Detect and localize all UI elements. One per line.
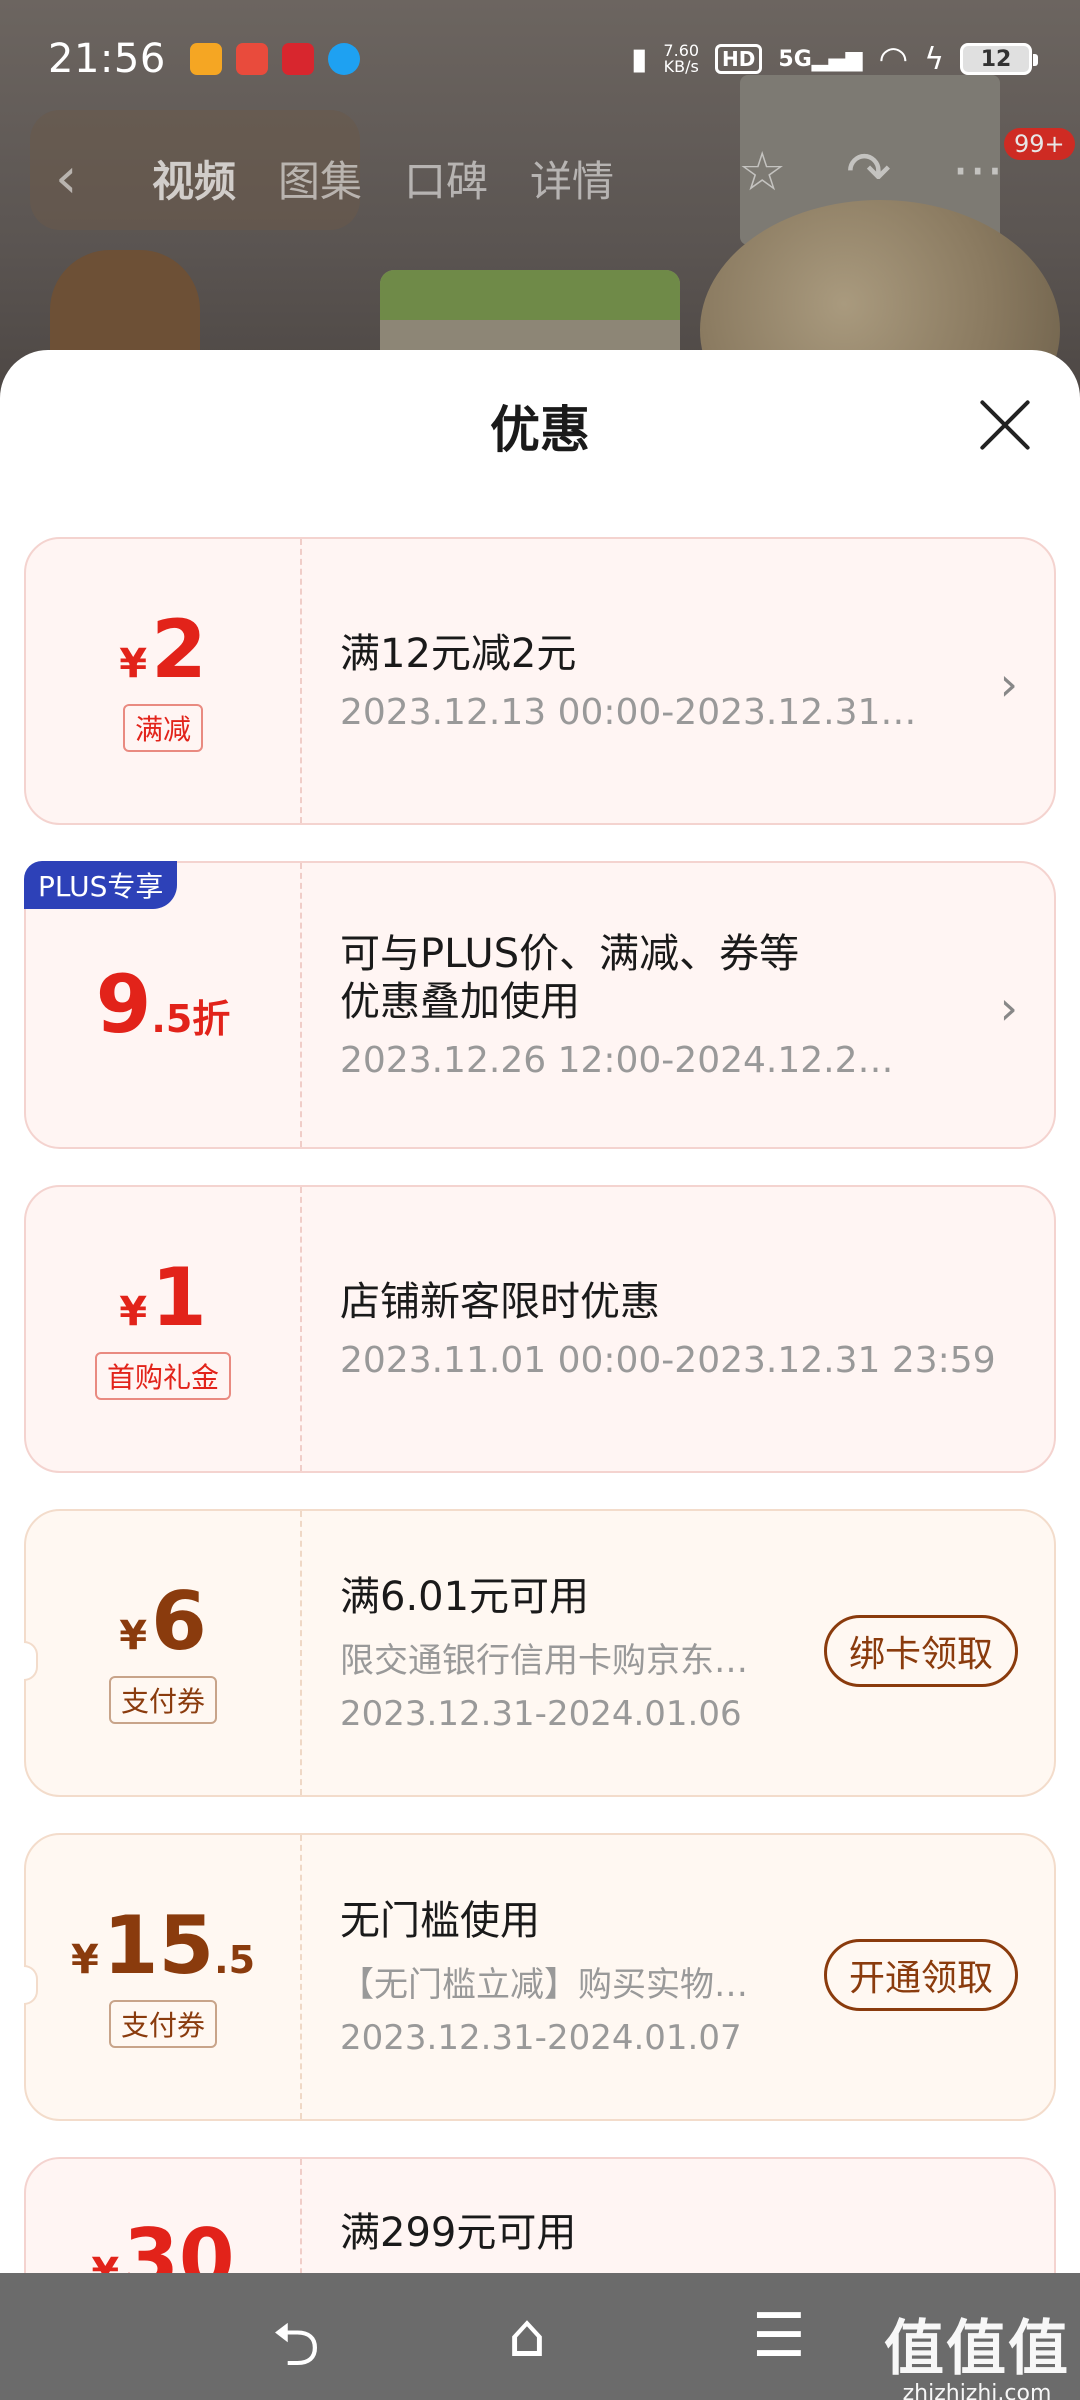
currency-symbol: ¥ <box>119 1289 148 1335</box>
coupon-title: 满12元减2元 <box>340 630 577 677</box>
coupon-value: ¥ 1 首购礼金 <box>26 1187 302 1471</box>
coupon-card: ¥ 30 满299元可用 <box>24 2157 1056 2275</box>
close-icon[interactable] <box>975 395 1035 455</box>
coupon-amount-suffix: .5 <box>214 1938 256 1982</box>
share-icon[interactable]: ↷ <box>846 140 891 203</box>
coupon-type-tag: 支付券 <box>108 2000 217 2048</box>
watermark-text: 值值值 <box>884 2314 1070 2384</box>
coupon-title-line2: 优惠叠加使用 <box>340 978 580 1025</box>
coupon-validity: 2023.12.31-2024.01.07 <box>340 2017 742 2058</box>
coupon-type-tag: 满减 <box>122 704 203 752</box>
notification-icons <box>189 43 360 75</box>
back-nav-icon[interactable]: ⮌ <box>272 2301 320 2400</box>
discount-sheet: 优惠 ¥ 2 满减 满12元减2元 2023.12.13 00:00-2023.… <box>0 350 1080 2275</box>
qq-icon <box>327 43 360 75</box>
wifi-icon: ◠ <box>878 39 909 79</box>
tab-reviews[interactable]: 口碑 <box>404 148 488 209</box>
coupon-amount: 1 <box>151 1251 207 1344</box>
coupon-amount: 30 <box>123 2212 235 2276</box>
coupon-value: ¥ 15 .5 支付券 <box>24 1835 302 2119</box>
message-count-badge: 99+ <box>1004 128 1075 160</box>
coupon-card[interactable]: PLUS专享 9 .5折 可与PLUS价、满减、券等 优惠叠加使用 2023.1… <box>24 861 1056 1149</box>
more-icon[interactable]: ··· <box>952 140 1004 203</box>
coupon-card: ¥ 6 支付券 满6.01元可用 限交通银行信用卡购京东… 2023.12.31… <box>24 1509 1056 1797</box>
coupon-validity: 2023.12.13 00:00-2023.12.31… <box>340 691 917 733</box>
bind-card-claim-button[interactable]: 绑卡领取 <box>823 1615 1018 1687</box>
favorite-star-icon[interactable]: ☆ <box>738 140 786 203</box>
currency-symbol: ¥ <box>91 2250 120 2275</box>
coupon-title: 无门槛使用 <box>340 1897 540 1944</box>
coupon-type-tag: 支付券 <box>108 1676 217 1724</box>
app-notification-icon <box>281 43 314 75</box>
coupon-validity: 2023.12.26 12:00-2024.12.2… <box>340 1039 894 1081</box>
coupon-value: ¥ 2 满减 <box>26 539 302 823</box>
plus-exclusive-ribbon: PLUS专享 <box>24 861 178 909</box>
coupon-amount-suffix: .5折 <box>151 997 231 1041</box>
product-nav-bar: ‹ 视频 图集 口碑 详情 ☆ ↷ ··· <box>0 130 1080 220</box>
coupon-amount: 6 <box>151 1575 207 1668</box>
net-speed: 7.60 KB/s <box>663 43 699 75</box>
back-arrow-icon[interactable]: ‹ <box>55 146 77 211</box>
vibrate-icon: ▮ <box>630 41 648 77</box>
coupon-value: PLUS专享 9 .5折 <box>24 861 302 1147</box>
coupon-card[interactable]: ¥ 1 首购礼金 店铺新客限时优惠 2023.11.01 00:00-2023.… <box>24 1185 1056 1473</box>
home-nav-icon[interactable]: ⌂ <box>508 2301 546 2371</box>
coupon-validity: 2023.12.31-2024.01.06 <box>340 1693 742 1734</box>
coupon-type-tag: 首购礼金 <box>94 1352 231 1400</box>
tab-gallery[interactable]: 图集 <box>278 148 362 209</box>
coupon-amount: 2 <box>151 603 207 696</box>
currency-symbol: ¥ <box>119 641 148 687</box>
charging-icon: ϟ <box>924 41 944 77</box>
coupon-amount: 15 <box>102 1899 215 1992</box>
currency-symbol: ¥ <box>70 1937 99 1983</box>
signal-icon: 5G▂▄▆ <box>778 46 863 72</box>
product-tabs: 视频 图集 口碑 详情 <box>152 148 614 209</box>
app-notification-icon <box>189 43 222 75</box>
coupon-validity: 2023.11.01 00:00-2023.12.31 23:59 <box>340 1339 996 1381</box>
watermark: 值值值 zhizhizhi.com <box>884 2300 1070 2400</box>
coupon-value: ¥ 6 支付券 <box>24 1511 302 1795</box>
coupon-card[interactable]: ¥ 2 满减 满12元减2元 2023.12.13 00:00-2023.12.… <box>24 537 1056 825</box>
status-time: 21:56 <box>48 36 166 82</box>
net-speed-unit: KB/s <box>663 57 699 76</box>
tab-details[interactable]: 详情 <box>530 148 614 209</box>
network-label: 5G <box>778 46 812 72</box>
sheet-title: 优惠 <box>490 401 590 459</box>
chevron-right-icon[interactable]: › <box>1000 657 1018 711</box>
coupon-title: 可与PLUS价、满减、券等 <box>340 930 800 977</box>
status-bar: 21:56 ▮ 7.60 KB/s HD 5G▂▄▆ ◠ ϟ 12 <box>0 0 1080 118</box>
chevron-right-icon[interactable]: › <box>1000 981 1018 1035</box>
activate-claim-button[interactable]: 开通领取 <box>823 1939 1018 2011</box>
hd-badge: HD <box>715 44 763 74</box>
currency-symbol: ¥ <box>119 1613 148 1659</box>
coupon-title: 店铺新客限时优惠 <box>340 1278 660 1325</box>
coupon-value: ¥ 30 <box>26 2159 302 2275</box>
coupon-title: 满299元可用 <box>340 2210 577 2256</box>
battery-indicator: 12 <box>960 43 1038 75</box>
coupon-amount: 9 <box>95 958 152 1051</box>
coupon-card: ¥ 15 .5 支付券 无门槛使用 【无门槛立减】购买实物… 2023.12.3… <box>24 1833 1056 2121</box>
app-notification-icon <box>235 43 268 75</box>
menu-nav-icon[interactable]: ☰ <box>752 2301 806 2371</box>
tab-video[interactable]: 视频 <box>152 148 236 209</box>
coupon-title: 满6.01元可用 <box>340 1573 590 1620</box>
watermark-domain: zhizhizhi.com <box>902 2381 1052 2400</box>
